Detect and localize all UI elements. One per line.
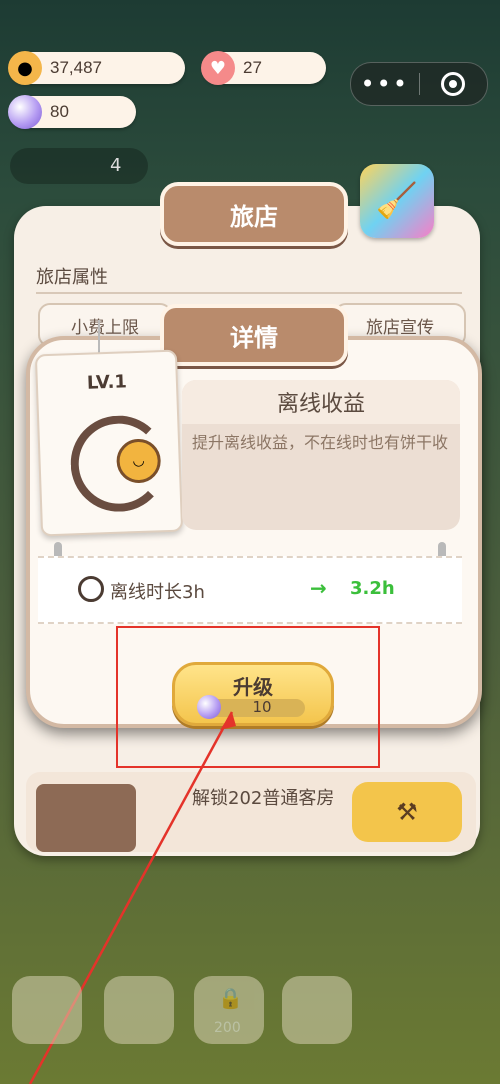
bottom-menu-3[interactable]: 🔒 200 bbox=[194, 976, 264, 1044]
bottom-menu-1[interactable] bbox=[12, 976, 82, 1044]
pointer-arrow-head bbox=[220, 712, 236, 730]
pointer-arrow bbox=[28, 711, 236, 1084]
bottom-menu-4[interactable] bbox=[282, 976, 352, 1044]
bottom-cost: 200 bbox=[214, 1020, 241, 1036]
bottom-menu-2[interactable] bbox=[104, 976, 174, 1044]
lock-icon: 🔒 bbox=[218, 986, 243, 1010]
